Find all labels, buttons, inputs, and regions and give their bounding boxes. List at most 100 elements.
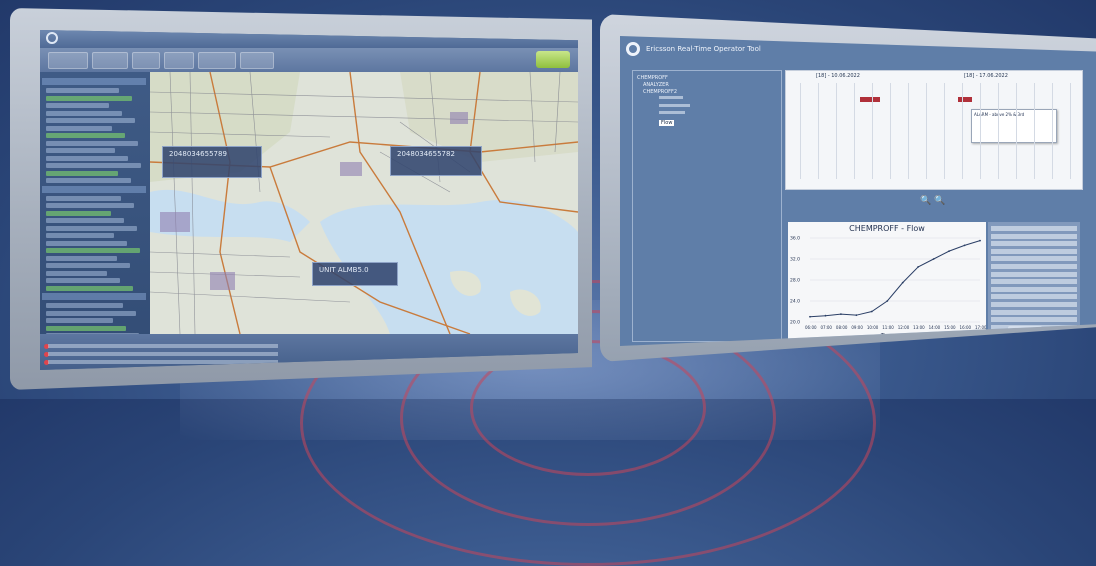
table-row[interactable]	[991, 286, 1077, 292]
tree-item-selected[interactable]: Flow	[659, 120, 675, 126]
app-title: Ericsson Real-Time Operator Tool	[646, 45, 761, 53]
y-tick-label: 24.0	[790, 299, 800, 305]
timeline-gridline	[926, 83, 927, 179]
toolbar-button[interactable]	[198, 52, 236, 69]
sidebar-unit-row[interactable]	[46, 140, 138, 146]
table-row[interactable]	[991, 256, 1077, 262]
map-unit-label[interactable]: 2048034655789	[162, 146, 262, 178]
sidebar-unit-row[interactable]	[46, 178, 131, 183]
sidebar-group-header[interactable]	[42, 185, 146, 193]
x-tick-label: 08:00	[836, 325, 848, 330]
table-row[interactable]	[991, 226, 1077, 231]
sidebar-unit-row[interactable]	[46, 95, 132, 101]
sidebar-unit-row[interactable]	[46, 218, 124, 223]
log-row[interactable]	[48, 352, 278, 356]
table-row[interactable]	[991, 264, 1077, 269]
zoom-icon[interactable]: 🔍 🔍	[920, 196, 945, 206]
sidebar-unit-row[interactable]	[46, 155, 128, 161]
close-button[interactable]	[1008, 326, 1042, 336]
chart-title: CHEMPROFF - Flow	[849, 224, 925, 233]
table-row[interactable]	[991, 294, 1077, 300]
toolbar-button[interactable]	[240, 52, 274, 69]
x-tick-label: 16:00	[960, 325, 972, 330]
data-point	[979, 239, 981, 242]
table-row[interactable]	[991, 279, 1077, 285]
go-button[interactable]	[536, 51, 570, 68]
timeline-gridline	[1016, 83, 1017, 179]
sidebar-unit-row[interactable]	[46, 240, 127, 246]
timeline-gridline	[944, 83, 945, 179]
sidebar-unit-row[interactable]	[46, 133, 125, 138]
timeline-alarm-bar[interactable]	[860, 97, 880, 102]
map-unit-label[interactable]: 2048034655782	[390, 146, 482, 176]
unit-sidebar	[40, 72, 150, 342]
tree-item-placeholder[interactable]	[659, 103, 690, 107]
log-row[interactable]	[48, 360, 278, 364]
tree-item-placeholder[interactable]	[659, 96, 683, 99]
x-tick-label: 15:00	[944, 325, 956, 330]
sidebar-unit-row[interactable]	[46, 263, 130, 268]
tree-item[interactable]: CHEMPROFF	[637, 75, 668, 81]
x-tick-label: 11:00	[882, 325, 894, 330]
alarm-log	[40, 334, 578, 370]
timeline-date: [18] - 10.06.2022	[816, 73, 860, 79]
sidebar-unit-row[interactable]	[46, 225, 137, 231]
sidebar-unit-row[interactable]	[46, 210, 111, 216]
table-row[interactable]	[991, 309, 1077, 315]
sidebar-unit-row[interactable]	[46, 278, 120, 283]
map-view[interactable]: 2048034655789 2048034655782 UNIT ALMB5.0	[150, 72, 578, 334]
table-row[interactable]	[991, 302, 1077, 307]
data-point	[917, 265, 920, 268]
sidebar-unit-row[interactable]	[46, 203, 134, 208]
sidebar-unit-row[interactable]	[46, 255, 117, 261]
sidebar-unit-row[interactable]	[46, 103, 109, 108]
sidebar-unit-row[interactable]	[46, 303, 123, 308]
app-logo-icon	[626, 42, 640, 56]
sidebar-unit-row[interactable]	[46, 88, 119, 93]
timeline-gridline	[800, 83, 801, 179]
timeline-gridline	[998, 83, 999, 179]
sidebar-unit-row[interactable]	[46, 248, 140, 253]
table-row[interactable]	[991, 248, 1077, 254]
timeline-alarm-bar[interactable]	[958, 97, 972, 102]
table-row[interactable]	[991, 271, 1077, 277]
sidebar-unit-row[interactable]	[46, 310, 136, 316]
table-row[interactable]	[991, 233, 1077, 239]
series-line	[809, 240, 981, 318]
data-point	[948, 250, 950, 253]
map-unit-label[interactable]: UNIT ALMB5.0	[312, 262, 398, 286]
tree-item[interactable]: ANALYZER	[643, 82, 669, 88]
map-unit-label-text: 2048034655782	[397, 150, 455, 158]
toolbar-button[interactable]	[132, 52, 160, 69]
data-point	[963, 244, 966, 247]
sidebar-group-header[interactable]	[42, 78, 146, 85]
timeline-gridline	[854, 83, 855, 179]
object-tree: CHEMPROFF ANALYZER CHEMPROFF2 Flow	[632, 70, 782, 342]
data-point	[932, 258, 935, 260]
tree-item[interactable]: CHEMPROFF2	[643, 89, 677, 95]
alarm-popup[interactable]: ALARM - above 2% & 3rd	[971, 109, 1057, 143]
toolbar-button[interactable]	[92, 52, 128, 69]
sidebar-group-header[interactable]	[42, 293, 146, 300]
x-tick-label: 12:00	[898, 325, 910, 330]
sidebar-unit-row[interactable]	[46, 170, 118, 176]
sidebar-unit-row[interactable]	[46, 318, 113, 323]
sidebar-unit-row[interactable]	[46, 148, 115, 153]
sidebar-unit-row[interactable]	[46, 110, 122, 116]
log-row[interactable]	[48, 344, 278, 348]
sidebar-unit-row[interactable]	[46, 233, 114, 238]
x-tick-label: 13:00	[913, 325, 925, 330]
tree-item-placeholder[interactable]	[659, 111, 685, 115]
sidebar-unit-row[interactable]	[46, 118, 135, 123]
toolbar-button[interactable]	[48, 52, 88, 69]
sidebar-unit-row[interactable]	[46, 163, 141, 168]
table-row[interactable]	[991, 241, 1077, 247]
sidebar-unit-row[interactable]	[46, 125, 112, 131]
toolbar-button[interactable]	[164, 52, 194, 69]
sidebar-unit-row[interactable]	[46, 195, 121, 201]
sidebar-unit-row[interactable]	[46, 270, 107, 276]
alarm-timeline[interactable]: [18] - 10.06.2022 [18] - 17.06.2022 ALAR…	[785, 70, 1083, 190]
table-row[interactable]	[991, 317, 1077, 323]
sidebar-unit-row[interactable]	[46, 285, 133, 291]
sidebar-unit-row[interactable]	[46, 325, 126, 331]
